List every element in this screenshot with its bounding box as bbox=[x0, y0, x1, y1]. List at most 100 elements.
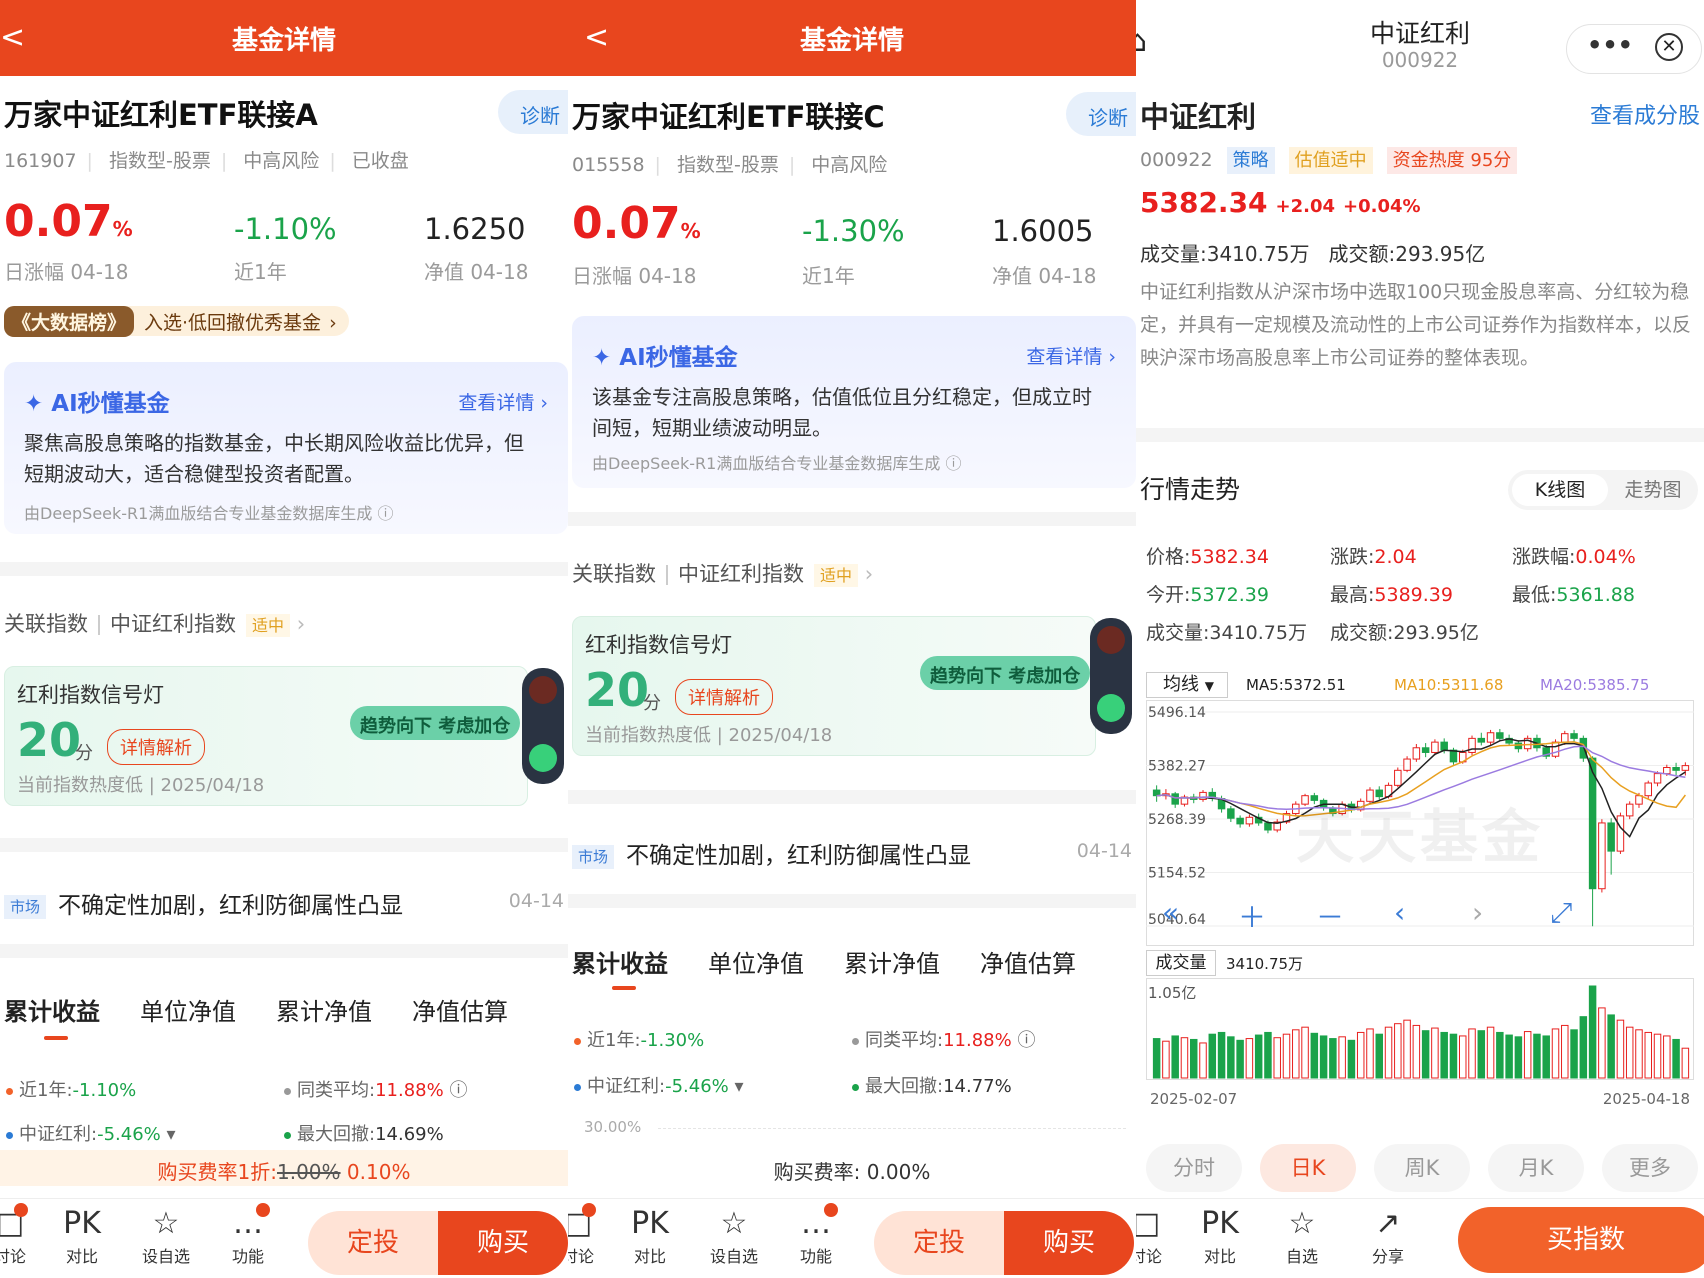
candle bbox=[1227, 808, 1235, 819]
period-more[interactable]: 更多 bbox=[1602, 1144, 1698, 1192]
plan-invest-button[interactable]: 定投 bbox=[308, 1211, 438, 1275]
candle bbox=[1616, 815, 1625, 852]
period-daily[interactable]: 日K bbox=[1260, 1144, 1356, 1192]
stat-value: -1.30% bbox=[640, 1030, 705, 1051]
signal-detail-button[interactable]: 详情解析 bbox=[675, 679, 773, 715]
related-index-row[interactable]: 关联指数 中证红利指数 适中 › bbox=[572, 558, 873, 588]
fullscreen-icon[interactable]: ⤢ bbox=[1550, 896, 1572, 930]
stat-index[interactable]: 中证红利:-5.46% ▾ bbox=[574, 1072, 744, 1098]
sparkle-icon: ✦ bbox=[24, 391, 52, 417]
volume-bar bbox=[1162, 1040, 1170, 1079]
volume-bar bbox=[1152, 1038, 1161, 1079]
diagnose-button[interactable]: 诊断 bbox=[1066, 92, 1136, 136]
volume-bar bbox=[1171, 1035, 1179, 1079]
related-index-row[interactable]: 关联指数 中证红利指数 适中 › bbox=[4, 608, 305, 638]
volume-select[interactable]: 成交量 bbox=[1146, 950, 1216, 976]
nav-compare[interactable]: PK 对比 bbox=[1190, 1205, 1250, 1267]
candle bbox=[1199, 791, 1207, 800]
daily-change-value: 0.07 bbox=[572, 198, 681, 249]
buy-index-button[interactable]: 买指数 bbox=[1458, 1207, 1704, 1273]
news-item[interactable]: 市场 不确定性加剧，红利防御属性凸显 04-14 bbox=[572, 836, 1136, 870]
volume-bar bbox=[1440, 1031, 1448, 1079]
tab-nav-estimate[interactable]: 净值估算 bbox=[980, 944, 1076, 979]
stat-peer-avg: 同类平均:11.88% ⓘ bbox=[284, 1076, 467, 1102]
ranking-badge[interactable]: 《大数据榜》 入选·低回撤优秀基金 › bbox=[4, 306, 349, 337]
nav-label: 讨论 bbox=[0, 1247, 26, 1266]
signal-score: 20 bbox=[17, 713, 82, 767]
tab-kline[interactable]: K线图 bbox=[1512, 474, 1608, 506]
pan-right-icon[interactable]: › bbox=[1472, 896, 1483, 929]
nav-watchlist[interactable]: ☆ 自选 bbox=[1272, 1205, 1332, 1267]
nav-discuss[interactable]: □ 讨论 bbox=[1136, 1205, 1176, 1267]
nav-compare[interactable]: PK 对比 bbox=[52, 1205, 112, 1267]
tab-cumulative-nav[interactable]: 累计净值 bbox=[844, 944, 940, 979]
candle bbox=[1514, 742, 1523, 750]
year-label: 近1年 bbox=[234, 260, 287, 284]
volume-bar bbox=[1273, 1037, 1281, 1079]
volume-bar bbox=[1551, 1028, 1560, 1079]
quote-volume: 成交量:3410.75万 bbox=[1146, 618, 1307, 645]
related-index-label: 关联指数 bbox=[4, 612, 88, 636]
stat-label: 最大回撤: bbox=[865, 1076, 944, 1097]
diagnose-button[interactable]: 诊断 bbox=[498, 90, 568, 134]
nav-compare[interactable]: PK 对比 bbox=[620, 1205, 680, 1267]
ai-more-link[interactable]: 查看详情 › bbox=[458, 388, 548, 415]
tab-trend[interactable]: 走势图 bbox=[1612, 474, 1694, 506]
tab-cumulative-return[interactable]: 累计收益 bbox=[572, 944, 668, 979]
buy-button[interactable]: 购买 bbox=[1004, 1211, 1134, 1275]
volume-bar bbox=[1505, 1034, 1513, 1079]
nav-watchlist[interactable]: ☆ 设自选 bbox=[704, 1205, 764, 1267]
tab-cumulative-return[interactable]: 累计收益 bbox=[4, 992, 100, 1027]
quote-value: 2.04 bbox=[1374, 546, 1417, 568]
close-icon[interactable]: ✕ bbox=[1655, 33, 1683, 61]
tab-cumulative-nav[interactable]: 累计净值 bbox=[276, 992, 372, 1027]
chevron-right-icon: › bbox=[290, 612, 306, 636]
pan-left-icon[interactable]: ‹ bbox=[1394, 896, 1405, 929]
section-divider bbox=[568, 790, 1136, 804]
period-weekly[interactable]: 周K bbox=[1374, 1144, 1470, 1192]
related-index-name: 中证红利指数 bbox=[110, 612, 236, 636]
price-change-pct: +0.04% bbox=[1343, 196, 1421, 217]
candle bbox=[1403, 758, 1411, 771]
stat-year: 近1年:-1.30% bbox=[574, 1026, 704, 1052]
quote-value: 5361.88 bbox=[1556, 584, 1635, 606]
plan-invest-button[interactable]: 定投 bbox=[874, 1211, 1004, 1275]
zoom-in-icon[interactable]: ＋ bbox=[1238, 896, 1266, 936]
star-icon: ☆ bbox=[1288, 1206, 1316, 1241]
zoom-out-icon[interactable]: － bbox=[1316, 896, 1344, 936]
signal-detail-button[interactable]: 详情解析 bbox=[107, 729, 205, 765]
nav-watchlist[interactable]: ☆ 设自选 bbox=[136, 1205, 196, 1267]
candle bbox=[1496, 732, 1504, 739]
nav-functions[interactable]: … 功能 bbox=[218, 1205, 278, 1267]
ai-summary-card: ✦ AI秒懂基金 查看详情 › 聚焦高股息策略的指数基金，中长期风险收益比优异，… bbox=[4, 362, 568, 534]
ma-select[interactable]: 均线 ▼ bbox=[1146, 672, 1228, 698]
chart-tabs: 累计收益 单位净值 累计净值 净值估算 bbox=[572, 944, 1136, 979]
info-icon[interactable]: ⓘ bbox=[377, 504, 393, 523]
info-icon[interactable]: ⓘ bbox=[449, 1080, 467, 1101]
volume-bar bbox=[1468, 1028, 1476, 1079]
ai-more-link[interactable]: 查看详情 › bbox=[1026, 342, 1116, 369]
period-intraday[interactable]: 分时 bbox=[1146, 1144, 1242, 1192]
news-item[interactable]: 市场 不确定性加剧，红利防御属性凸显 04-14 bbox=[4, 886, 568, 920]
stat-value: 14.77% bbox=[943, 1076, 1012, 1097]
bottom-nav: □ 讨论 PK 对比 ☆ 设自选 … 功能 定投 购买 bbox=[568, 1198, 1136, 1278]
nav-value: 1.6005 bbox=[992, 214, 1094, 248]
info-icon[interactable]: ⓘ bbox=[945, 454, 961, 473]
pan-left-fast-icon[interactable]: « bbox=[1162, 896, 1179, 929]
info-icon[interactable]: ⓘ bbox=[1017, 1030, 1035, 1051]
period-monthly[interactable]: 月K bbox=[1488, 1144, 1584, 1192]
fund-name: 万家中证红利ETF联接C bbox=[572, 100, 885, 134]
buy-button[interactable]: 购买 bbox=[438, 1211, 568, 1275]
nav-share[interactable]: ↗ 分享 bbox=[1358, 1205, 1418, 1267]
components-link[interactable]: 查看成分股 bbox=[1590, 98, 1700, 130]
quote-label: 涨跌: bbox=[1330, 546, 1375, 568]
tab-unit-nav[interactable]: 单位净值 bbox=[708, 944, 804, 979]
nav-functions[interactable]: … 功能 bbox=[786, 1205, 846, 1267]
quote-change: 涨跌:2.04 bbox=[1330, 542, 1417, 569]
tab-unit-nav[interactable]: 单位净值 bbox=[140, 992, 236, 1027]
more-icon[interactable]: ••• bbox=[1587, 31, 1633, 59]
tab-nav-estimate[interactable]: 净值估算 bbox=[412, 992, 508, 1027]
stat-index[interactable]: 中证红利:-5.46% ▾ bbox=[6, 1120, 176, 1146]
chevron-right-icon: › bbox=[858, 562, 874, 586]
quote-value: 5372.39 bbox=[1190, 584, 1269, 606]
